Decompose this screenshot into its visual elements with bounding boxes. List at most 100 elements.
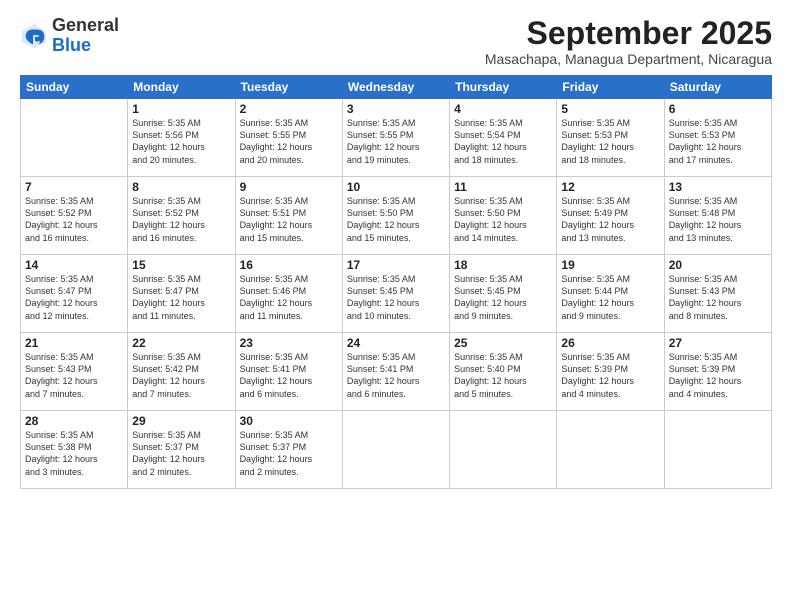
page: General Blue September 2025 Masachapa, M… (0, 0, 792, 612)
day-number: 9 (240, 180, 338, 194)
day-number: 25 (454, 336, 552, 350)
cell-content: Sunrise: 5:35 AM Sunset: 5:39 PM Dayligh… (669, 351, 767, 400)
cell-w2-d3: 10Sunrise: 5:35 AM Sunset: 5:50 PM Dayli… (342, 177, 449, 255)
cell-w1-d0 (21, 99, 128, 177)
day-number: 12 (561, 180, 659, 194)
logo-general: General (52, 15, 119, 35)
day-number: 6 (669, 102, 767, 116)
month-title: September 2025 (485, 16, 772, 51)
cell-content: Sunrise: 5:35 AM Sunset: 5:55 PM Dayligh… (240, 117, 338, 166)
cell-w2-d0: 7Sunrise: 5:35 AM Sunset: 5:52 PM Daylig… (21, 177, 128, 255)
day-number: 30 (240, 414, 338, 428)
col-sunday: Sunday (21, 76, 128, 99)
cell-content: Sunrise: 5:35 AM Sunset: 5:53 PM Dayligh… (669, 117, 767, 166)
cell-content: Sunrise: 5:35 AM Sunset: 5:55 PM Dayligh… (347, 117, 445, 166)
cell-w2-d5: 12Sunrise: 5:35 AM Sunset: 5:49 PM Dayli… (557, 177, 664, 255)
logo-text: General Blue (52, 16, 119, 56)
day-number: 21 (25, 336, 123, 350)
cell-content: Sunrise: 5:35 AM Sunset: 5:50 PM Dayligh… (454, 195, 552, 244)
logo-icon (20, 22, 48, 50)
cell-content: Sunrise: 5:35 AM Sunset: 5:45 PM Dayligh… (347, 273, 445, 322)
day-number: 28 (25, 414, 123, 428)
day-number: 5 (561, 102, 659, 116)
cell-content: Sunrise: 5:35 AM Sunset: 5:37 PM Dayligh… (132, 429, 230, 478)
cell-content: Sunrise: 5:35 AM Sunset: 5:44 PM Dayligh… (561, 273, 659, 322)
cell-w3-d2: 16Sunrise: 5:35 AM Sunset: 5:46 PM Dayli… (235, 255, 342, 333)
cell-w3-d0: 14Sunrise: 5:35 AM Sunset: 5:47 PM Dayli… (21, 255, 128, 333)
cell-w2-d1: 8Sunrise: 5:35 AM Sunset: 5:52 PM Daylig… (128, 177, 235, 255)
cell-w5-d4 (450, 411, 557, 489)
cell-content: Sunrise: 5:35 AM Sunset: 5:52 PM Dayligh… (25, 195, 123, 244)
week-row-1: 1Sunrise: 5:35 AM Sunset: 5:56 PM Daylig… (21, 99, 772, 177)
cell-content: Sunrise: 5:35 AM Sunset: 5:38 PM Dayligh… (25, 429, 123, 478)
col-thursday: Thursday (450, 76, 557, 99)
cell-w1-d1: 1Sunrise: 5:35 AM Sunset: 5:56 PM Daylig… (128, 99, 235, 177)
day-number: 23 (240, 336, 338, 350)
cell-content: Sunrise: 5:35 AM Sunset: 5:49 PM Dayligh… (561, 195, 659, 244)
cell-w5-d0: 28Sunrise: 5:35 AM Sunset: 5:38 PM Dayli… (21, 411, 128, 489)
cell-content: Sunrise: 5:35 AM Sunset: 5:43 PM Dayligh… (669, 273, 767, 322)
cell-content: Sunrise: 5:35 AM Sunset: 5:40 PM Dayligh… (454, 351, 552, 400)
cell-content: Sunrise: 5:35 AM Sunset: 5:41 PM Dayligh… (347, 351, 445, 400)
cell-content: Sunrise: 5:35 AM Sunset: 5:43 PM Dayligh… (25, 351, 123, 400)
cell-content: Sunrise: 5:35 AM Sunset: 5:53 PM Dayligh… (561, 117, 659, 166)
cell-content: Sunrise: 5:35 AM Sunset: 5:39 PM Dayligh… (561, 351, 659, 400)
col-saturday: Saturday (664, 76, 771, 99)
day-number: 1 (132, 102, 230, 116)
day-number: 2 (240, 102, 338, 116)
cell-content: Sunrise: 5:35 AM Sunset: 5:48 PM Dayligh… (669, 195, 767, 244)
cell-content: Sunrise: 5:35 AM Sunset: 5:46 PM Dayligh… (240, 273, 338, 322)
cell-w5-d1: 29Sunrise: 5:35 AM Sunset: 5:37 PM Dayli… (128, 411, 235, 489)
cell-w4-d4: 25Sunrise: 5:35 AM Sunset: 5:40 PM Dayli… (450, 333, 557, 411)
day-number: 27 (669, 336, 767, 350)
calendar-table: Sunday Monday Tuesday Wednesday Thursday… (20, 75, 772, 489)
col-friday: Friday (557, 76, 664, 99)
cell-content: Sunrise: 5:35 AM Sunset: 5:54 PM Dayligh… (454, 117, 552, 166)
day-number: 11 (454, 180, 552, 194)
week-row-3: 14Sunrise: 5:35 AM Sunset: 5:47 PM Dayli… (21, 255, 772, 333)
cell-content: Sunrise: 5:35 AM Sunset: 5:52 PM Dayligh… (132, 195, 230, 244)
header: General Blue September 2025 Masachapa, M… (20, 16, 772, 67)
day-number: 19 (561, 258, 659, 272)
cell-w5-d2: 30Sunrise: 5:35 AM Sunset: 5:37 PM Dayli… (235, 411, 342, 489)
cell-w3-d5: 19Sunrise: 5:35 AM Sunset: 5:44 PM Dayli… (557, 255, 664, 333)
logo: General Blue (20, 16, 119, 56)
cell-content: Sunrise: 5:35 AM Sunset: 5:47 PM Dayligh… (132, 273, 230, 322)
day-number: 8 (132, 180, 230, 194)
day-number: 13 (669, 180, 767, 194)
day-number: 10 (347, 180, 445, 194)
cell-w3-d4: 18Sunrise: 5:35 AM Sunset: 5:45 PM Dayli… (450, 255, 557, 333)
cell-w4-d2: 23Sunrise: 5:35 AM Sunset: 5:41 PM Dayli… (235, 333, 342, 411)
day-number: 16 (240, 258, 338, 272)
cell-w4-d5: 26Sunrise: 5:35 AM Sunset: 5:39 PM Dayli… (557, 333, 664, 411)
cell-w3-d1: 15Sunrise: 5:35 AM Sunset: 5:47 PM Dayli… (128, 255, 235, 333)
cell-content: Sunrise: 5:35 AM Sunset: 5:42 PM Dayligh… (132, 351, 230, 400)
day-number: 18 (454, 258, 552, 272)
cell-w5-d3 (342, 411, 449, 489)
cell-content: Sunrise: 5:35 AM Sunset: 5:50 PM Dayligh… (347, 195, 445, 244)
week-row-2: 7Sunrise: 5:35 AM Sunset: 5:52 PM Daylig… (21, 177, 772, 255)
cell-w3-d6: 20Sunrise: 5:35 AM Sunset: 5:43 PM Dayli… (664, 255, 771, 333)
col-wednesday: Wednesday (342, 76, 449, 99)
cell-w1-d5: 5Sunrise: 5:35 AM Sunset: 5:53 PM Daylig… (557, 99, 664, 177)
cell-w3-d3: 17Sunrise: 5:35 AM Sunset: 5:45 PM Dayli… (342, 255, 449, 333)
week-row-4: 21Sunrise: 5:35 AM Sunset: 5:43 PM Dayli… (21, 333, 772, 411)
col-monday: Monday (128, 76, 235, 99)
cell-content: Sunrise: 5:35 AM Sunset: 5:45 PM Dayligh… (454, 273, 552, 322)
cell-w2-d4: 11Sunrise: 5:35 AM Sunset: 5:50 PM Dayli… (450, 177, 557, 255)
cell-w1-d3: 3Sunrise: 5:35 AM Sunset: 5:55 PM Daylig… (342, 99, 449, 177)
cell-content: Sunrise: 5:35 AM Sunset: 5:41 PM Dayligh… (240, 351, 338, 400)
cell-w1-d2: 2Sunrise: 5:35 AM Sunset: 5:55 PM Daylig… (235, 99, 342, 177)
cell-content: Sunrise: 5:35 AM Sunset: 5:37 PM Dayligh… (240, 429, 338, 478)
cell-w2-d2: 9Sunrise: 5:35 AM Sunset: 5:51 PM Daylig… (235, 177, 342, 255)
day-number: 17 (347, 258, 445, 272)
title-block: September 2025 Masachapa, Managua Depart… (485, 16, 772, 67)
cell-w2-d6: 13Sunrise: 5:35 AM Sunset: 5:48 PM Dayli… (664, 177, 771, 255)
day-number: 20 (669, 258, 767, 272)
cell-w4-d3: 24Sunrise: 5:35 AM Sunset: 5:41 PM Dayli… (342, 333, 449, 411)
day-number: 22 (132, 336, 230, 350)
cell-w1-d4: 4Sunrise: 5:35 AM Sunset: 5:54 PM Daylig… (450, 99, 557, 177)
day-number: 29 (132, 414, 230, 428)
cell-w1-d6: 6Sunrise: 5:35 AM Sunset: 5:53 PM Daylig… (664, 99, 771, 177)
day-number: 3 (347, 102, 445, 116)
